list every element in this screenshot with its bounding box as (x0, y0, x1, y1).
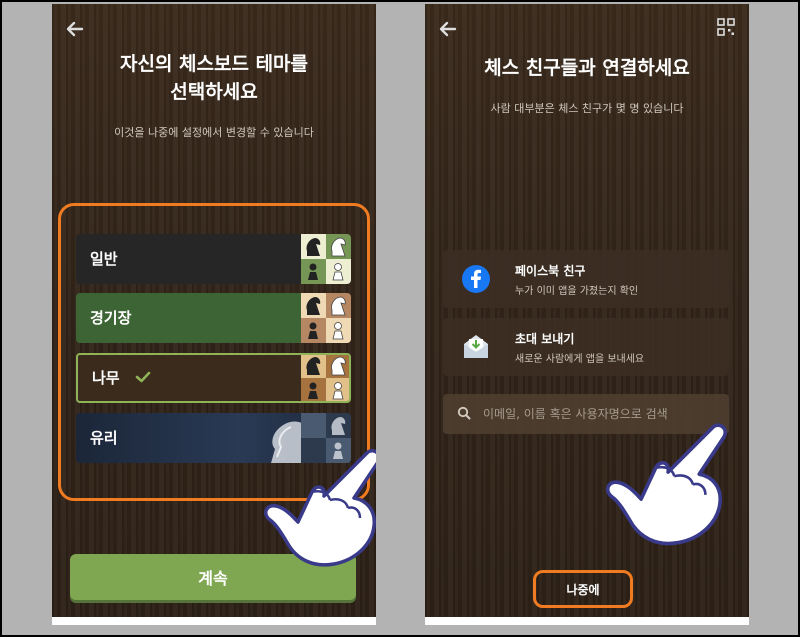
pointing-hand-icon (605, 423, 727, 546)
option-subtitle: 새로운 사람에게 앱을 보내세요 (515, 354, 645, 365)
option-subtitle: 누가 이미 앱을 가졌는지 확인 (515, 286, 639, 297)
qr-code-icon[interactable] (717, 18, 735, 36)
page-subtitle: 이것을 나중에 설정에서 변경할 수 있습니다 (114, 126, 314, 139)
search-icon (457, 406, 471, 420)
theme-selection-screen: 자신의 체스보드 테마를 선택하세요 이것을 나중에 설정에서 변경할 수 있습… (52, 4, 376, 625)
page-subtitle: 사람 대부분은 체스 친구가 몇 명 있습니다 (490, 102, 684, 115)
envelope-icon (464, 335, 488, 358)
later-button[interactable]: 나중에 (533, 570, 633, 608)
pointing-hand-icon (264, 449, 376, 567)
back-arrow-icon[interactable] (437, 18, 459, 40)
connect-friends-screen: 체스 친구들과 연결하세요 사람 대부분은 체스 친구가 몇 명 있습니다 페이… (425, 4, 749, 625)
facebook-friends-option[interactable]: 페이스북 친구 누가 이미 앱을 가졌는지 확인 (443, 250, 729, 308)
option-title: 초대 보내기 (515, 332, 575, 346)
back-arrow-icon[interactable] (64, 18, 86, 40)
facebook-icon (462, 265, 490, 293)
page-title: 체스 친구들과 연결하세요 (484, 57, 690, 79)
page-title: 자신의 체스보드 테마를 선택하세요 (52, 50, 376, 106)
option-title: 페이스북 친구 (515, 264, 586, 278)
send-invite-option[interactable]: 초대 보내기 새로운 사람에게 앱을 보내세요 (443, 318, 729, 376)
title-line-2: 선택하세요 (170, 81, 258, 103)
title-line-1: 자신의 체스보드 테마를 (119, 53, 309, 75)
